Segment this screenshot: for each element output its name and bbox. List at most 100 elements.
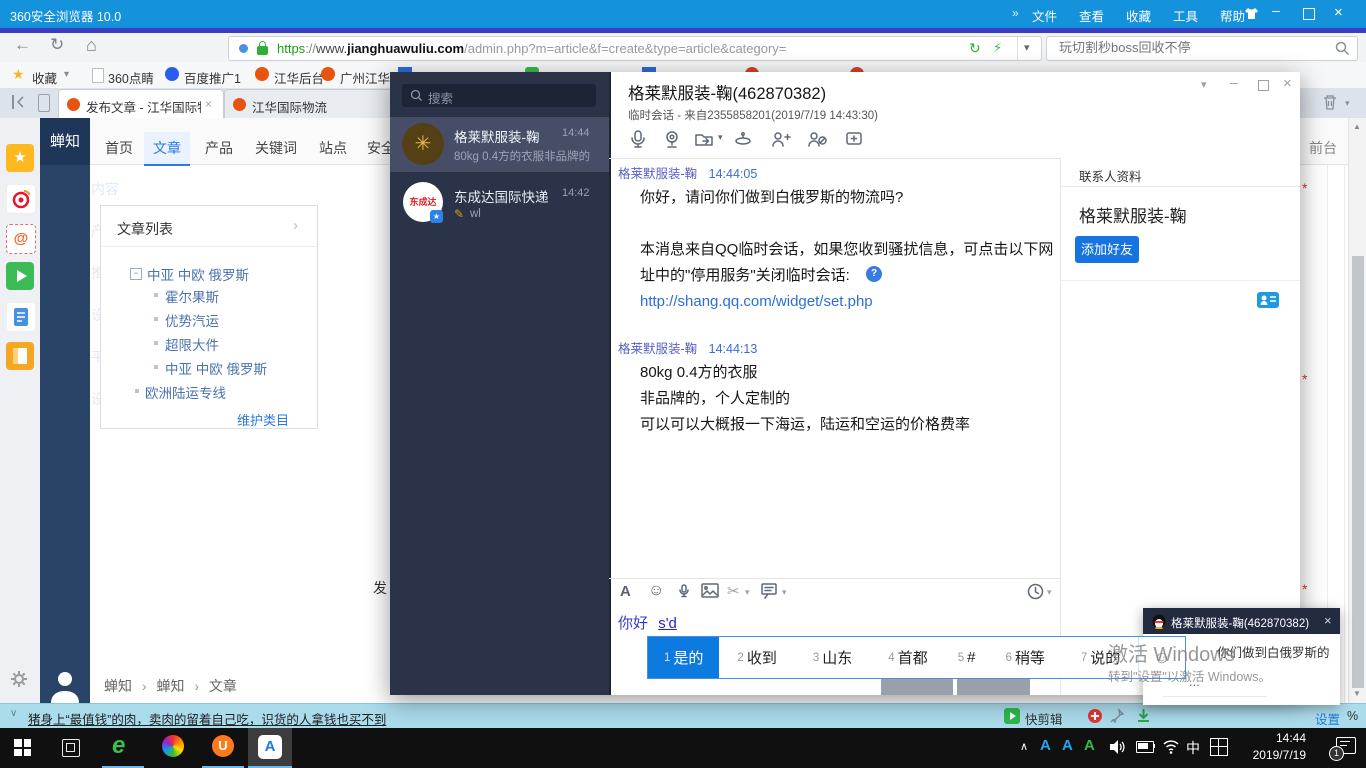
scroll-down-icon[interactable]: ▼ [1353,689,1361,698]
crumb-chanzhi[interactable]: 蝉知 [104,678,132,694]
ime-candidate[interactable]: 4首都 [870,637,945,678]
history-caret-icon[interactable]: ▾ [1047,587,1052,598]
menu-help[interactable]: 帮助 [1220,6,1245,25]
quick-reply-icon[interactable] [761,583,779,604]
add-friend-button[interactable]: 添加好友 [1075,236,1139,263]
ime-candidate-selected[interactable]: 1 是的 [648,637,719,678]
menu-file[interactable]: 文件 [1032,6,1057,25]
download-arrow-icon[interactable] [1136,708,1151,728]
battery-icon[interactable] [1136,741,1154,753]
chat-minimize-button[interactable]: – [1230,74,1238,90]
pin-icon[interactable] [1110,708,1125,728]
nav-site[interactable]: 站点 [310,132,356,164]
tray-expand-icon[interactable]: ∧ [1020,740,1028,753]
mobile-icon[interactable] [38,94,50,112]
add-friend-icon[interactable] [769,128,791,155]
tab-publish-article[interactable]: 发布文章 - 江华国际物流 × [58,89,224,119]
action-center-icon[interactable]: 1 [1336,737,1356,754]
bookmark-favorites[interactable]: 收藏 [32,68,57,87]
tray-a-icon[interactable]: A [1040,737,1051,754]
scroll-thumb[interactable] [1352,256,1364,688]
bookmark-item[interactable]: 广州江华 [340,68,390,87]
tab-jianghua[interactable]: 江华国际物流 [224,89,396,119]
contact-card-icon[interactable] [1257,292,1279,308]
popup-close-icon[interactable]: × [1324,613,1332,628]
nav-frontend[interactable]: 前台 [1300,132,1346,164]
favorites-star-icon[interactable]: ★ [12,66,25,83]
create-session-icon[interactable] [843,128,865,155]
zoom-level[interactable]: % [1347,709,1358,723]
send-file-caret-icon[interactable]: ▾ [718,132,723,143]
contact-item[interactable]: 东成达 ★ 东成达国际快递 14:42 ✎ wl [390,174,609,228]
tree-item[interactable]: 超限大件 [165,334,219,354]
ime-candidate[interactable]: 7说的 [1063,637,1138,678]
medical-red-icon[interactable] [1088,709,1102,723]
message-link[interactable]: http://shang.qq.com/widget/set.php [640,289,1060,315]
user-avatar[interactable] [40,665,90,703]
news-headline-link[interactable]: 猪身上“最值钱”的肉，卖肉的留着自己吃，识货的人拿钱也买不到 [28,709,386,728]
refresh-icon[interactable]: ↻ [50,35,64,55]
clock[interactable]: 14:44 2019/7/19 [1240,731,1306,762]
tree-item[interactable]: 中亚 中欧 俄罗斯 [165,358,267,378]
quick-reply-caret-icon[interactable]: ▾ [782,587,787,598]
tray-a-icon[interactable]: A [1062,737,1073,754]
window-restore-button[interactable] [1303,8,1315,20]
search-icon[interactable] [1335,41,1350,61]
menu-tools[interactable]: 工具 [1173,6,1198,25]
maintain-category-link[interactable]: 维护类目 [237,410,289,429]
shield-help-icon[interactable]: ? [866,266,882,282]
back-icon[interactable]: ← [14,35,31,55]
home-icon[interactable]: ⌂ [86,35,97,56]
status-settings-link[interactable]: 设置 [1315,709,1340,728]
tree-item[interactable]: 霍尔果斯 [165,286,219,306]
screenshot-icon[interactable]: ✂ [727,582,740,600]
news-caret-icon[interactable]: ∨ [10,708,17,719]
send-file-icon[interactable] [693,128,715,155]
voice-message-icon[interactable] [676,583,692,604]
ime-emoji-cell[interactable]: ☺ [1138,637,1184,678]
trash-caret-icon[interactable]: ▾ [1345,98,1350,109]
menu-overflow-icon[interactable]: » [1012,6,1019,20]
taskbar-app-pinwheel-icon[interactable] [162,735,184,757]
ime-language-indicator[interactable]: 中 [1186,738,1200,758]
video-call-icon[interactable] [661,128,683,155]
at-mail-icon[interactable]: @ [6,224,36,254]
favorites-caret-icon[interactable]: ▾ [64,69,69,80]
doc-icon[interactable] [6,302,36,332]
favorite-star-icon[interactable]: ★ [6,144,34,172]
message-history-icon[interactable] [1027,583,1044,605]
tab-close-icon[interactable]: × [205,97,212,111]
chat-input[interactable]: 你好 s'd [618,612,677,633]
tree-item[interactable]: 欧洲陆运专线 [145,382,226,402]
window-minimize-button[interactable]: – [1272,2,1280,18]
nav-keywords[interactable]: 关键词 [246,132,306,164]
profile-tab[interactable]: 联系人资料 [1079,166,1142,185]
font-style-icon[interactable]: A [620,583,631,600]
address-bar[interactable]: https://www.jianghuawuliu.com/admin.php?… [228,36,1042,61]
nav-home[interactable]: 首页 [96,132,142,164]
crumb-chanzhi2[interactable]: 蝉知 [156,678,184,694]
speed-mode-icon[interactable]: ↻ [969,40,981,57]
menu-favorites[interactable]: 收藏 [1126,6,1151,25]
video-icon[interactable] [6,262,34,290]
taskbar-app-active-cell[interactable]: A [248,728,292,766]
ime-candidate[interactable]: 2收到 [719,637,794,678]
quick-clip-label[interactable]: 快剪辑 [1025,709,1063,728]
tree-collapse-icon[interactable]: − [130,268,142,280]
ime-candidate[interactable]: 3山东 [795,637,870,678]
block-user-icon[interactable] [806,128,828,155]
emoticon-icon[interactable]: ☺ [648,582,664,600]
temp-session-link[interactable]: http://shang.qq.com/widget/set.php [640,293,873,310]
chevron-right-icon[interactable]: › [293,217,298,234]
trash-icon[interactable] [1322,94,1338,116]
voice-call-icon[interactable] [627,128,649,155]
bookmark-item[interactable]: 百度推广1 [184,68,241,87]
skin-icon[interactable] [1243,5,1260,27]
gear-icon[interactable] [10,670,28,693]
bookmark-item[interactable]: 360点睛 [108,68,154,87]
tree-root[interactable]: 中亚 中欧 俄罗斯 [147,264,249,284]
crumb-article[interactable]: 文章 [209,678,237,694]
brand-chanzhi[interactable]: 蝉知 [40,118,90,165]
ime-grid-icon[interactable] [1210,738,1228,756]
network-icon[interactable] [1162,737,1180,760]
